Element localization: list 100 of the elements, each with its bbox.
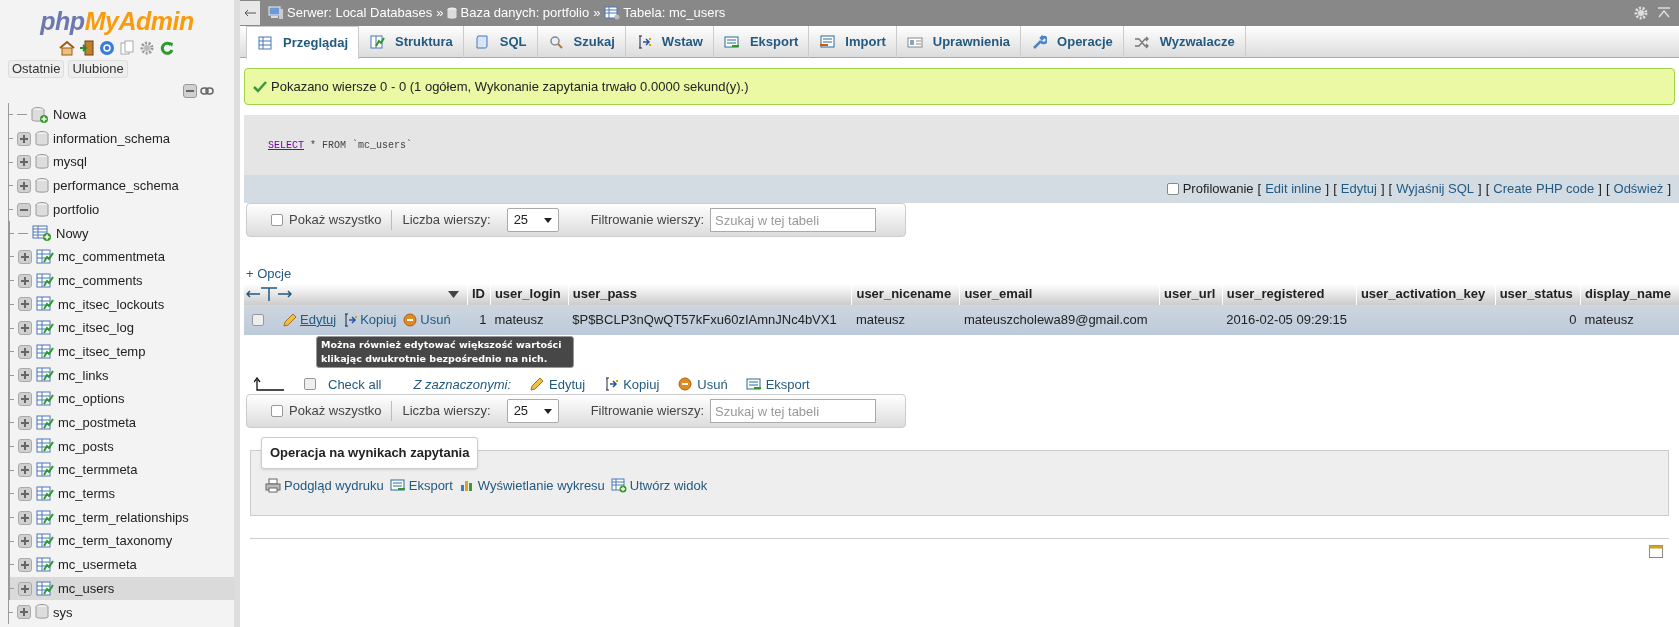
collapse-all-button[interactable] [183, 84, 197, 98]
sidebar-button[interactable]: Ostatnie [8, 60, 65, 78]
tree-item[interactable]: sys [53, 602, 73, 623]
console-icon[interactable] [1649, 545, 1663, 558]
tab[interactable]: SQL [463, 26, 538, 58]
action-link[interactable]: Wyjaśnij SQL [1396, 179, 1475, 199]
bulk-action-button[interactable]: Eksport [745, 374, 810, 394]
sql-keyword-link[interactable]: SELECT [268, 139, 304, 151]
action-link[interactable]: Odśwież [1613, 179, 1664, 199]
column-header[interactable]: user_pass [568, 283, 852, 305]
tree-item[interactable]: mc_comments [58, 270, 143, 291]
row-action-link[interactable]: Kopiuj [342, 309, 397, 330]
tree-item[interactable]: mc_itsec_lockouts [58, 294, 165, 315]
column-header[interactable]: user_login [490, 283, 569, 305]
sidebar-button[interactable]: Ulubione [68, 60, 128, 78]
expand-button[interactable] [18, 415, 32, 430]
tab[interactable]: Uprawnienia [896, 26, 1022, 58]
check-all-link[interactable]: Check all [328, 374, 382, 394]
bulk-action-button[interactable]: Usuń [677, 374, 728, 394]
tree-item[interactable]: Nowa [53, 105, 87, 125]
collapse-button[interactable] [17, 202, 31, 217]
tree-item[interactable]: mc_terms [58, 484, 116, 504]
tab[interactable]: Import [809, 26, 897, 58]
tab[interactable]: Operacje [1021, 26, 1124, 58]
tree-item[interactable]: mc_commentmeta [58, 247, 165, 267]
tree-item[interactable]: information_schema [53, 128, 171, 149]
tree-item[interactable]: mc_itsec_temp [58, 341, 146, 362]
expand-button[interactable] [18, 368, 32, 383]
column-header[interactable]: user_nicename [851, 283, 960, 305]
expand-button[interactable] [18, 439, 32, 454]
expand-button[interactable] [17, 605, 31, 620]
tree-item[interactable]: mc_termmeta [58, 460, 138, 480]
filter-field[interactable]: Szukaj w tej tabeli [710, 399, 877, 423]
sort-caret-icon[interactable] [448, 290, 459, 298]
settings-icon[interactable] [139, 40, 155, 56]
action-link[interactable]: Edit inline [1265, 179, 1322, 199]
bulk-action-button[interactable]: Kopiuj [603, 374, 660, 394]
column-header[interactable]: user_activation_key [1356, 283, 1496, 305]
expand-button[interactable] [18, 249, 32, 264]
tab[interactable]: Przeglądaj [246, 26, 360, 59]
tree-item[interactable]: mc_usermeta [58, 555, 137, 575]
expand-button[interactable] [18, 534, 32, 549]
expand-button[interactable] [18, 392, 32, 407]
bulk-action-button[interactable]: Edytuj [529, 374, 586, 394]
expand-button[interactable] [18, 510, 32, 525]
column-resize-icon[interactable] [246, 286, 292, 302]
checkbox[interactable] [252, 313, 264, 326]
tree-item[interactable]: mc_options [58, 389, 125, 409]
tab[interactable]: Szukaj [537, 26, 626, 58]
tab[interactable]: Wstaw [625, 26, 714, 58]
breadcrumb-link[interactable]: Baza danych: portfolio [460, 3, 590, 23]
query-action-link[interactable]: Utwórz widok [610, 475, 708, 495]
tree-item[interactable]: portfolio [53, 199, 100, 220]
tree-item[interactable]: Nowy [56, 223, 89, 244]
tree-item[interactable]: mc_postmeta [58, 413, 137, 433]
tab[interactable]: Struktura [359, 26, 464, 58]
tree-item[interactable]: mc_links [58, 365, 109, 386]
tree-item[interactable]: mc_itsec_log [58, 318, 134, 338]
reload-icon[interactable] [159, 40, 175, 56]
expand-button[interactable] [18, 463, 32, 478]
expand-button[interactable] [18, 273, 32, 288]
expand-button[interactable] [18, 557, 32, 572]
filter-field[interactable]: Szukaj w tej tabeli [710, 208, 877, 232]
query-action-link[interactable]: Podgląd wydruku [265, 475, 384, 495]
collapse-up-icon[interactable] [1657, 7, 1671, 19]
options-link[interactable]: + Opcje [246, 264, 292, 284]
checkbox[interactable] [271, 405, 283, 417]
home-icon[interactable] [59, 40, 75, 56]
checkbox[interactable] [271, 214, 283, 226]
column-header[interactable]: ID [467, 283, 491, 305]
expand-button[interactable] [18, 297, 32, 312]
tab[interactable]: Eksport [713, 26, 810, 58]
column-header[interactable]: user_email [959, 283, 1160, 305]
rows-dropdown[interactable]: 25 [506, 208, 559, 232]
row-action-link[interactable]: Usuń [402, 309, 451, 330]
checkbox[interactable] [304, 378, 316, 391]
expand-button[interactable] [17, 155, 31, 170]
expand-button[interactable] [18, 581, 32, 596]
action-link[interactable]: Edytuj [1340, 179, 1377, 199]
exit-door-icon[interactable] [79, 40, 95, 56]
column-header[interactable]: user_registered [1222, 283, 1357, 305]
tree-item[interactable]: performance_schema [53, 176, 179, 196]
help-icon[interactable] [99, 40, 115, 56]
expand-button[interactable] [18, 486, 32, 501]
tree-item[interactable]: mc_term_relationships [58, 507, 189, 528]
action-link[interactable]: Create PHP code [1493, 179, 1595, 199]
checkbox[interactable] [1166, 183, 1179, 195]
expand-button[interactable] [18, 321, 32, 336]
query-action-link[interactable]: Wyświetlanie wykresu [458, 475, 605, 495]
tree-item[interactable]: mc_term_taxonomy [58, 531, 173, 551]
expand-button[interactable] [17, 178, 31, 193]
expand-button[interactable] [17, 131, 31, 146]
row-action-link[interactable]: Edytuj [282, 309, 337, 330]
rows-dropdown[interactable]: 25 [506, 399, 559, 423]
breadcrumb-link[interactable]: Tabela: mc_users [623, 3, 726, 23]
query-action-link[interactable]: Eksport [389, 475, 453, 495]
link-icon[interactable] [200, 87, 214, 95]
column-header[interactable]: display_name [1580, 283, 1679, 305]
tab[interactable]: Wyzwalacze [1123, 26, 1246, 58]
breadcrumb-link[interactable]: Serwer: Local Databases [287, 3, 433, 23]
